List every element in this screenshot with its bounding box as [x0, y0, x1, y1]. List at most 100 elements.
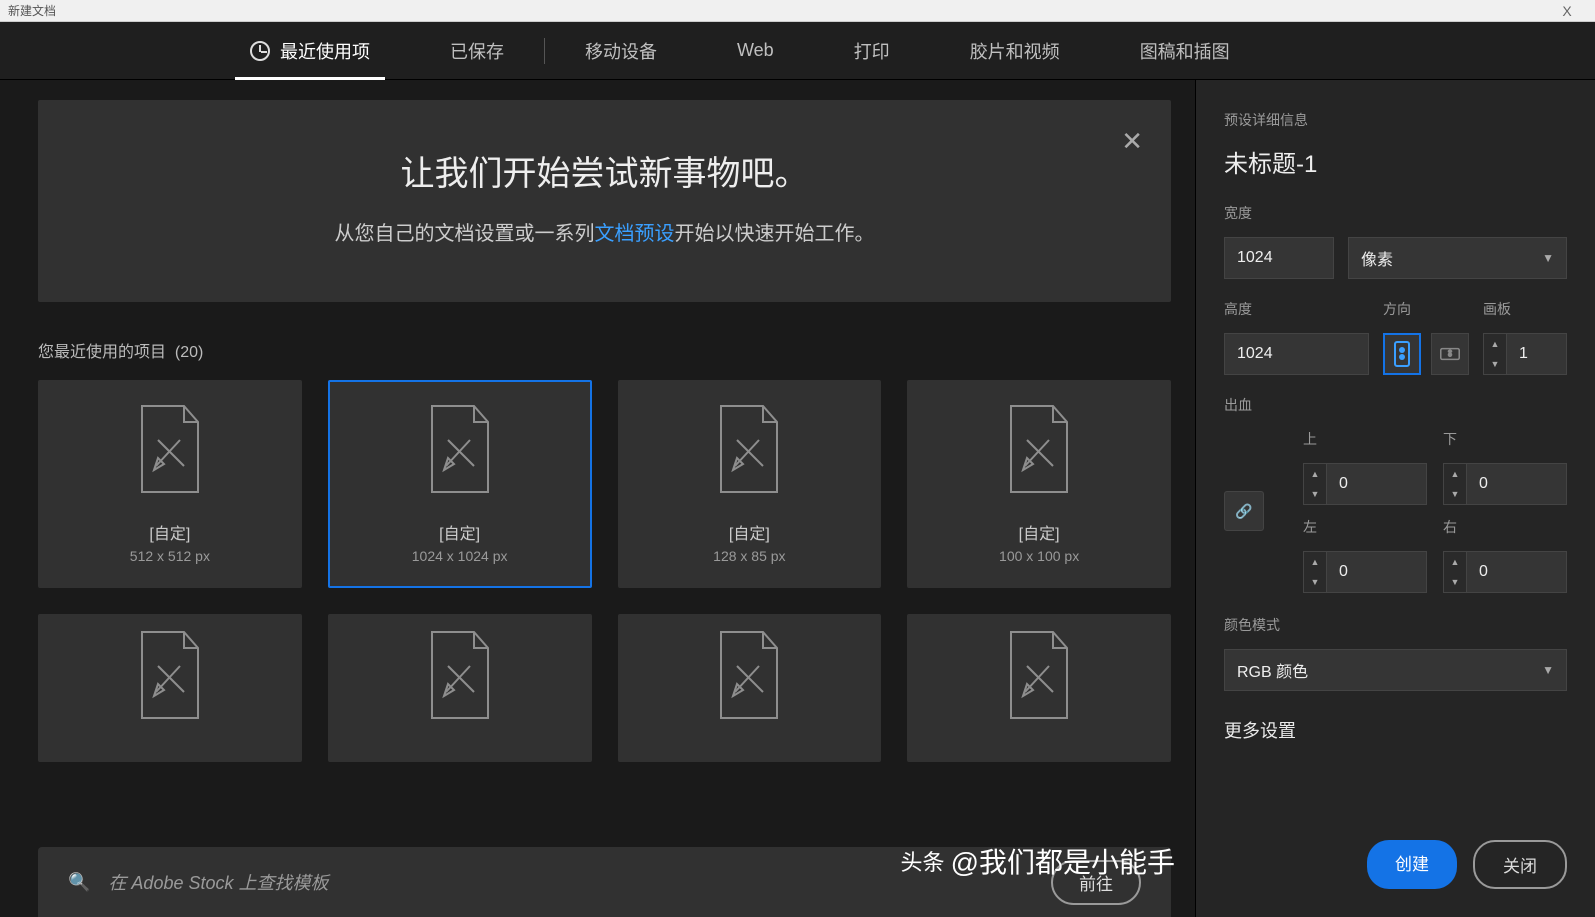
preset-card[interactable]	[618, 614, 882, 762]
stepper-down-icon[interactable]: ▼	[1304, 572, 1326, 592]
tab-illustration[interactable]: 图稿和插图	[1100, 22, 1270, 80]
stock-go-button[interactable]: 前往	[1051, 860, 1141, 905]
preset-grid: [自定] 512 x 512 px [自定] 1024 x 1024 px [自…	[38, 380, 1171, 762]
tab-recent[interactable]: 最近使用项	[210, 22, 410, 80]
tab-film[interactable]: 胶片和视频	[930, 22, 1100, 80]
hero-text-after: 开始以快速开始工作。	[675, 223, 875, 245]
bleed-top-input[interactable]	[1327, 463, 1427, 505]
tab-web-label: Web	[737, 40, 774, 61]
close-button[interactable]: 关闭	[1473, 840, 1567, 889]
bleed-link-toggle[interactable]: 🔗	[1224, 491, 1264, 531]
unit-value: 像素	[1361, 246, 1393, 270]
stepper-up-icon[interactable]: ▲	[1444, 464, 1466, 484]
bleed-left-label: 左	[1303, 517, 1427, 537]
hero-presets-link[interactable]: 文档预设	[595, 223, 675, 245]
document-icon	[134, 630, 206, 720]
document-icon	[424, 630, 496, 720]
bleed-bottom-label: 下	[1443, 429, 1567, 449]
recent-section-label: 您最近使用的项目 (20)	[38, 338, 1171, 362]
document-name[interactable]: 未标题-1	[1224, 144, 1567, 179]
preset-label: [自定]	[729, 520, 770, 544]
preset-label: [自定]	[149, 520, 190, 544]
more-settings-button[interactable]: 更多设置	[1224, 717, 1567, 743]
stepper-down-icon[interactable]: ▼	[1444, 484, 1466, 504]
create-button[interactable]: 创建	[1367, 840, 1457, 889]
bleed-left-input[interactable]	[1327, 551, 1427, 593]
stepper-up-icon[interactable]: ▲	[1484, 334, 1506, 354]
preset-card[interactable]	[907, 614, 1171, 762]
preset-dimensions: 1024 x 1024 px	[412, 548, 508, 564]
bleed-left-stepper[interactable]: ▲▼	[1303, 551, 1427, 593]
width-input[interactable]	[1224, 237, 1334, 279]
artboard-stepper[interactable]: ▲▼	[1483, 333, 1567, 375]
width-label: 宽度	[1224, 203, 1567, 223]
category-tabs: 最近使用项 已保存 移动设备 Web 打印 胶片和视频 图稿和插图	[0, 22, 1595, 80]
document-icon	[1003, 404, 1075, 494]
preset-card[interactable]: [自定] 128 x 85 px	[618, 380, 882, 588]
window-title: 新建文档	[8, 2, 56, 19]
document-icon	[713, 404, 785, 494]
tab-illustration-label: 图稿和插图	[1140, 38, 1230, 64]
document-icon	[424, 404, 496, 494]
preset-card[interactable]	[328, 614, 592, 762]
orientation-portrait[interactable]	[1383, 333, 1421, 375]
document-icon	[134, 404, 206, 494]
hero-title: 让我们开始尝试新事物吧。	[78, 146, 1131, 195]
orientation-label: 方向	[1383, 299, 1469, 319]
color-mode-value: RGB 颜色	[1237, 658, 1308, 682]
bleed-top-stepper[interactable]: ▲▼	[1303, 463, 1427, 505]
window-titlebar: 新建文档 X	[0, 0, 1595, 22]
stock-search-input[interactable]: 在 Adobe Stock 上查找模板	[108, 869, 1033, 895]
chevron-down-icon: ▼	[1542, 251, 1554, 265]
preset-card[interactable]	[38, 614, 302, 762]
stepper-down-icon[interactable]: ▼	[1484, 354, 1506, 374]
template-browser: ✕ 让我们开始尝试新事物吧。 从您自己的文档设置或一系列文档预设开始以快速开始工…	[0, 80, 1195, 917]
unit-select[interactable]: 像素 ▼	[1348, 237, 1567, 279]
hero-close-button[interactable]: ✕	[1121, 126, 1143, 157]
bleed-right-stepper[interactable]: ▲▼	[1443, 551, 1567, 593]
stepper-up-icon[interactable]: ▲	[1304, 552, 1326, 572]
document-icon	[713, 630, 785, 720]
tab-web[interactable]: Web	[697, 24, 814, 77]
chevron-down-icon: ▼	[1542, 663, 1554, 677]
recent-label-text: 您最近使用的项目	[38, 344, 166, 361]
preset-card[interactable]: [自定] 1024 x 1024 px	[328, 380, 592, 588]
artboard-label: 画板	[1483, 299, 1567, 319]
bleed-right-input[interactable]	[1467, 551, 1567, 593]
bleed-top-label: 上	[1303, 429, 1427, 449]
stepper-down-icon[interactable]: ▼	[1304, 484, 1326, 504]
bleed-bottom-stepper[interactable]: ▲▼	[1443, 463, 1567, 505]
preset-card[interactable]: [自定] 512 x 512 px	[38, 380, 302, 588]
recent-count: (20)	[175, 344, 203, 361]
preset-dimensions: 100 x 100 px	[999, 548, 1079, 564]
stepper-up-icon[interactable]: ▲	[1304, 464, 1326, 484]
search-icon: 🔍	[68, 872, 90, 893]
preset-card[interactable]: [自定] 100 x 100 px	[907, 380, 1171, 588]
hero-subtitle: 从您自己的文档设置或一系列文档预设开始以快速开始工作。	[78, 217, 1131, 246]
artboard-input[interactable]	[1507, 333, 1567, 375]
dialog-footer: 创建 关闭	[1367, 840, 1567, 889]
preset-dimensions: 512 x 512 px	[130, 548, 210, 564]
height-input[interactable]	[1224, 333, 1369, 375]
orientation-landscape[interactable]	[1431, 333, 1469, 375]
preset-label: [自定]	[1019, 520, 1060, 544]
tab-mobile[interactable]: 移动设备	[545, 22, 697, 80]
tab-mobile-label: 移动设备	[585, 38, 657, 64]
stock-search-bar: 🔍 在 Adobe Stock 上查找模板 前往	[38, 847, 1171, 917]
height-label: 高度	[1224, 299, 1369, 319]
window-close-button[interactable]: X	[1547, 3, 1587, 19]
preset-label: [自定]	[439, 520, 480, 544]
tab-recent-label: 最近使用项	[280, 38, 370, 64]
hero-banner: ✕ 让我们开始尝试新事物吧。 从您自己的文档设置或一系列文档预设开始以快速开始工…	[38, 100, 1171, 302]
color-mode-label: 颜色模式	[1224, 615, 1567, 635]
preset-dimensions: 128 x 85 px	[713, 548, 785, 564]
hero-text-before: 从您自己的文档设置或一系列	[335, 223, 595, 245]
preset-details-panel: 预设详细信息 未标题-1 宽度 像素 ▼ 高度 方向 画板	[1195, 80, 1595, 917]
stepper-down-icon[interactable]: ▼	[1444, 572, 1466, 592]
tab-saved[interactable]: 已保存	[410, 22, 544, 80]
stepper-up-icon[interactable]: ▲	[1444, 552, 1466, 572]
tab-saved-label: 已保存	[450, 38, 504, 64]
tab-print[interactable]: 打印	[814, 22, 930, 80]
color-mode-select[interactable]: RGB 颜色 ▼	[1224, 649, 1567, 691]
bleed-bottom-input[interactable]	[1467, 463, 1567, 505]
